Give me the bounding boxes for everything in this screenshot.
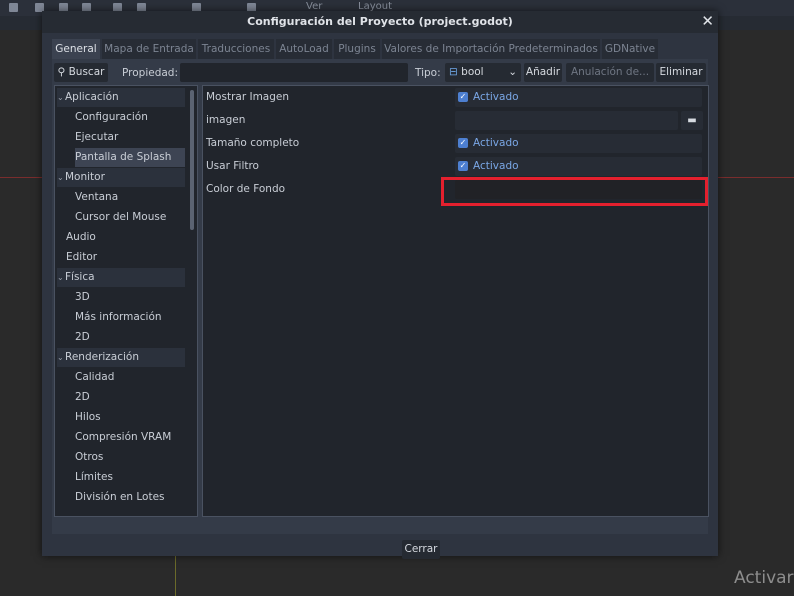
tree-label: Monitor <box>65 171 105 183</box>
tree-item-window[interactable]: Ventana <box>75 188 118 207</box>
prop-image-path-field[interactable] <box>455 111 678 130</box>
tree-label: Aplicación <box>65 91 119 103</box>
type-label: Tipo: <box>415 67 441 79</box>
add-button[interactable]: Añadir <box>524 63 562 82</box>
tree-item-more-info[interactable]: Más información <box>75 308 162 327</box>
tab-import-defaults[interactable]: Valores de Importación Predeterminados <box>382 39 600 59</box>
tree-section-rendering[interactable]: ⌄Renderización <box>57 348 185 367</box>
tree-item-mouse-cursor[interactable]: Cursor del Mouse <box>75 208 166 227</box>
search-button-label: Buscar <box>68 66 105 78</box>
settings-tabs: General Mapa de Entrada Traducciones Aut… <box>52 39 708 59</box>
bool-type-icon: ⊟ <box>449 66 458 78</box>
magnifier-icon: ⚲ <box>57 66 66 78</box>
checkbox-checked-icon: ✓ <box>458 138 468 148</box>
property-input[interactable] <box>180 63 408 82</box>
checkbox-checked-icon: ✓ <box>458 92 468 102</box>
tree-item-threads[interactable]: Hilos <box>75 408 101 427</box>
general-tab-panel: ⚲ Buscar Propiedad: Tipo: ⊟ bool ⌄ Añadi… <box>52 59 709 534</box>
prop-full-size-checkbox[interactable]: ✓ Activado <box>455 134 702 153</box>
prop-use-filter-checkbox[interactable]: ✓ Activado <box>455 157 702 176</box>
prop-label-use-filter: Usar Filtro <box>206 160 259 172</box>
tree-item-quality[interactable]: Calidad <box>75 368 114 387</box>
tree-label: Renderización <box>65 351 140 363</box>
tree-item-batching[interactable]: División en Lotes <box>75 488 165 507</box>
prop-label-full-size: Tamaño completo <box>206 137 300 149</box>
chevron-down-icon: ⌄ <box>57 353 64 362</box>
tree-item-splash[interactable]: Pantalla de Splash <box>75 148 185 167</box>
tree-category-audio[interactable]: Audio <box>66 228 96 247</box>
project-settings-dialog: Configuración del Proyecto (project.godo… <box>42 11 718 559</box>
property-inspector: Mostrar Imagen ✓ Activado imagen ▬ Tamañ… <box>202 85 709 517</box>
tree-section-physics[interactable]: ⌄Física <box>57 268 185 287</box>
tab-translations[interactable]: Traducciones <box>198 39 274 59</box>
tree-item-3d[interactable]: 3D <box>75 288 90 307</box>
checkbox-checked-icon: ✓ <box>458 161 468 171</box>
tree-item-2d[interactable]: 2D <box>75 328 90 347</box>
delete-button[interactable]: Eliminar <box>656 63 706 82</box>
close-icon[interactable]: ✕ <box>701 12 714 30</box>
chevron-down-icon: ⌄ <box>57 93 64 102</box>
tree-item-limits[interactable]: Límites <box>75 468 113 487</box>
property-label: Propiedad: <box>122 67 179 79</box>
tree-section-display[interactable]: ⌄Monitor <box>57 168 185 187</box>
tree-section-application[interactable]: ⌄Aplicación <box>57 88 185 107</box>
prop-label-image: imagen <box>206 114 246 126</box>
tree-item-config[interactable]: Configuración <box>75 108 148 127</box>
tree-category-editor[interactable]: Editor <box>66 248 97 267</box>
type-select[interactable]: ⊟ bool ⌄ <box>445 63 521 82</box>
tree-item-run[interactable]: Ejecutar <box>75 128 118 147</box>
prop-label-bg-color: Color de Fondo <box>206 183 286 195</box>
tab-autoload[interactable]: AutoLoad <box>276 39 332 59</box>
activation-watermark: Activar <box>734 568 794 588</box>
chevron-down-icon: ⌄ <box>57 173 64 182</box>
search-button[interactable]: ⚲ Buscar <box>54 63 108 82</box>
chevron-down-icon: ⌄ <box>508 66 517 78</box>
prop-value-text: Activado <box>473 137 519 149</box>
tree-item-others[interactable]: Otros <box>75 448 103 467</box>
tab-gdnative[interactable]: GDNative <box>602 39 658 59</box>
close-button[interactable]: Cerrar <box>402 540 440 559</box>
prop-value-text: Activado <box>473 91 519 103</box>
section-tree[interactable]: ⌄Aplicación Configuración Ejecutar Panta… <box>54 85 198 517</box>
tab-general[interactable]: General <box>52 39 100 59</box>
tree-item-vram-compression[interactable]: Compresión VRAM <box>75 428 171 447</box>
toolbar-tool-icon[interactable] <box>9 3 18 12</box>
tab-plugins[interactable]: Plugins <box>334 39 380 59</box>
tree-label: Física <box>65 271 95 283</box>
type-select-value: bool <box>461 66 484 78</box>
override-button: Anulación de... <box>566 63 654 82</box>
tab-input-map[interactable]: Mapa de Entrada <box>102 39 196 59</box>
prop-show-image-checkbox[interactable]: ✓ Activado <box>455 88 702 107</box>
prop-label-show-image: Mostrar Imagen <box>206 91 290 103</box>
dialog-title: Configuración del Proyecto (project.godo… <box>247 15 513 28</box>
viewport-y-axis <box>175 550 176 596</box>
folder-icon[interactable]: ▬ <box>681 111 703 130</box>
chevron-down-icon: ⌄ <box>57 273 64 282</box>
prop-value-text: Activado <box>473 160 519 172</box>
highlight-box <box>441 177 708 206</box>
dialog-titlebar[interactable]: Configuración del Proyecto (project.godo… <box>42 11 718 33</box>
tree-scrollbar[interactable] <box>190 90 194 230</box>
tree-item-rendering-2d[interactable]: 2D <box>75 388 90 407</box>
